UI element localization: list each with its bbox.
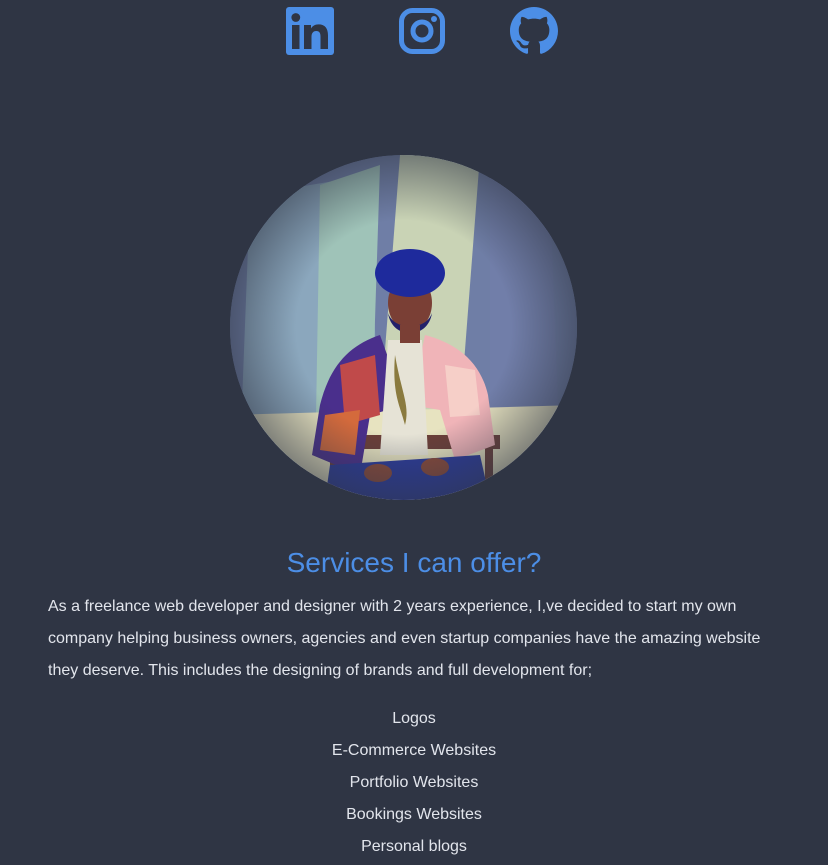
services-intro: As a freelance web developer and designe… (48, 598, 761, 679)
linkedin-icon (286, 7, 334, 55)
profile-photo (230, 155, 577, 500)
instagram-link[interactable] (398, 7, 446, 55)
github-link[interactable] (510, 7, 558, 55)
service-item: Bookings Websites (346, 806, 482, 823)
github-icon (510, 7, 558, 54)
instagram-icon (399, 8, 445, 54)
service-item: E-Commerce Websites (331, 742, 497, 759)
services-heading: Services I can offer? (286, 547, 542, 578)
social-links (286, 7, 558, 55)
service-item: Portfolio Websites (349, 774, 479, 791)
service-item: Logos (392, 710, 436, 727)
service-item: Personal blogs (361, 838, 467, 855)
linkedin-link[interactable] (286, 7, 334, 55)
services-list: Logos E-Commerce Websites Portfolio Webs… (0, 703, 828, 863)
